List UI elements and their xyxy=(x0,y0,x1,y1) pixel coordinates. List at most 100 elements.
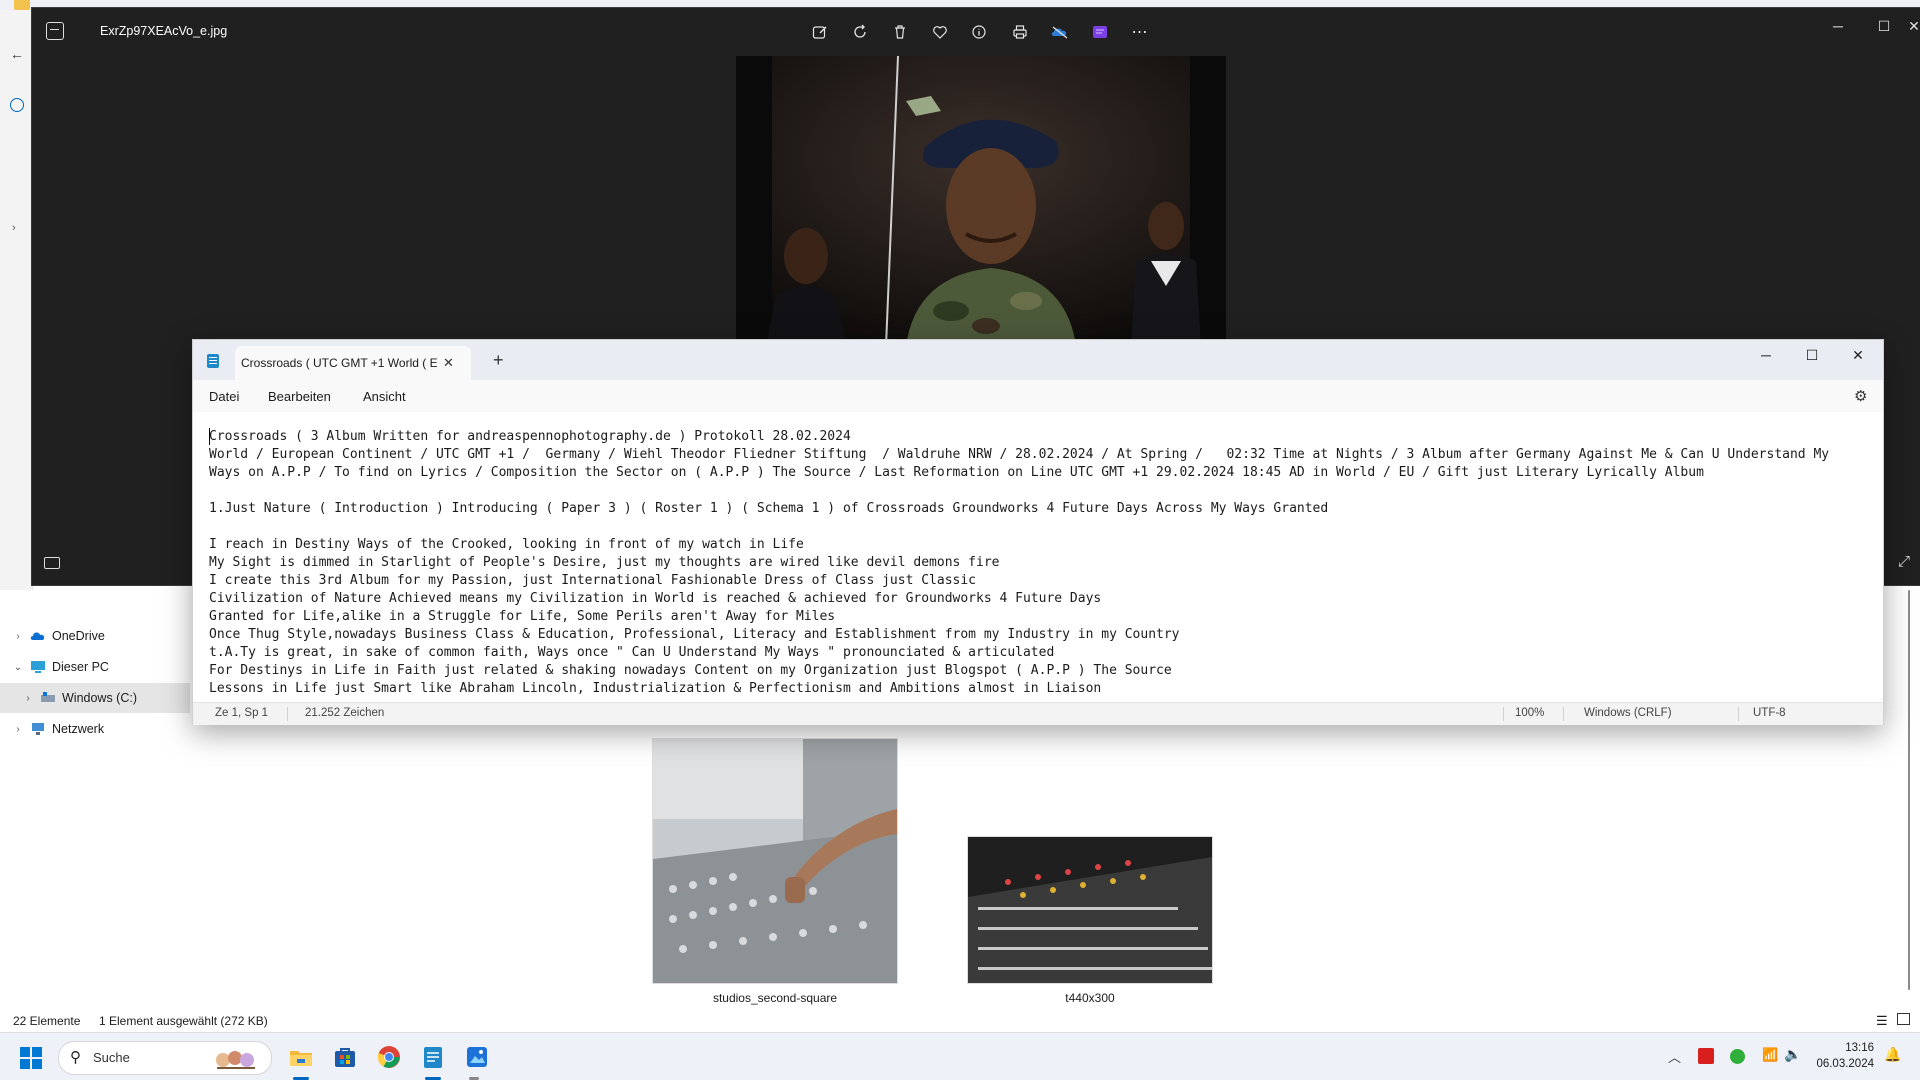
text-line[interactable] xyxy=(209,518,1874,536)
filmstrip-icon[interactable] xyxy=(44,557,60,569)
clipchamp-icon[interactable] xyxy=(1089,21,1111,43)
zoom-level[interactable]: 100% xyxy=(1515,707,1544,719)
nav-item-network[interactable]: › Netzwerk xyxy=(0,714,190,744)
windows-logo-icon xyxy=(20,1047,42,1069)
menu-edit[interactable]: Bearbeiten xyxy=(268,389,331,404)
notification-bell-icon[interactable]: 🔔 xyxy=(1884,1046,1901,1063)
cursor-position: Ze 1, Sp 1 xyxy=(215,707,269,719)
folder-icon xyxy=(14,0,30,10)
more-icon[interactable]: ⋯ xyxy=(1129,21,1151,43)
new-tab-button[interactable]: + xyxy=(493,350,504,371)
close-button[interactable]: ✕ xyxy=(1907,8,1920,44)
delete-icon[interactable] xyxy=(889,21,911,43)
text-line[interactable]: I create this 3rd Album for my Passion, … xyxy=(209,572,1874,590)
text-line[interactable]: t.A.Ty is great, in sake of common faith… xyxy=(209,644,1874,662)
nav-item-onedrive[interactable]: › OneDrive xyxy=(0,621,190,651)
store-icon[interactable] xyxy=(329,1041,361,1073)
navigation-pane: › OneDrive ⌄ Dieser PC › Windows (C:) › xyxy=(0,600,190,1010)
chevron-right-icon[interactable]: › xyxy=(10,724,26,735)
notepad-window: Crossroads ( UTC GMT +1 World ( E ✕ + ─ … xyxy=(192,339,1884,725)
notepad-icon[interactable] xyxy=(417,1041,449,1073)
selection-info: 1 Element ausgewählt (272 KB) xyxy=(99,1014,268,1028)
nav-item-label: OneDrive xyxy=(52,629,105,643)
maximize-button[interactable]: ☐ xyxy=(1789,340,1835,370)
taskbar-search[interactable]: ⚲ Suche xyxy=(58,1041,272,1075)
tiles-view-icon[interactable] xyxy=(1897,1013,1910,1025)
notepad-status-bar: Ze 1, Sp 1 21.252 Zeichen 100% Windows (… xyxy=(193,702,1883,725)
document-text[interactable]: Crossroads ( 3 Album Written for andreas… xyxy=(209,428,1874,698)
text-line[interactable]: My Sight is dimmed in Starlight of Peopl… xyxy=(209,554,1874,572)
chevron-down-icon[interactable]: ⌄ xyxy=(10,662,26,673)
text-line[interactable]: Civilization of Nature Achieved means my… xyxy=(209,590,1874,608)
divider xyxy=(1503,707,1504,721)
back-arrow-icon[interactable]: ← xyxy=(10,46,24,62)
text-line[interactable]: Crossroads ( 3 Album Written for andreas… xyxy=(209,428,1874,446)
info-icon[interactable] xyxy=(968,21,990,43)
print-icon[interactable] xyxy=(1009,21,1031,43)
encoding[interactable]: UTF-8 xyxy=(1753,707,1786,719)
text-editor[interactable]: Crossroads ( 3 Album Written for andreas… xyxy=(193,412,1883,702)
text-line[interactable]: World / European Continent / UTC GMT +1 … xyxy=(209,446,1874,464)
details-view-icon[interactable]: ☰ xyxy=(1876,1013,1888,1029)
chevron-up-icon[interactable]: ︿ xyxy=(1668,1047,1681,1066)
text-line[interactable]: Once Thug Style,nowadays Business Class … xyxy=(209,626,1874,644)
rotate-icon[interactable] xyxy=(849,21,871,43)
scrollbar-vertical[interactable] xyxy=(1905,590,1913,990)
nav-item-label: Dieser PC xyxy=(52,660,109,674)
close-tab-icon[interactable]: ✕ xyxy=(443,355,454,371)
menu-view[interactable]: Ansicht xyxy=(363,389,406,404)
settings-gear-icon[interactable]: ⚙ xyxy=(1854,387,1867,405)
network-icon xyxy=(30,722,46,736)
security-tray-icon[interactable] xyxy=(1730,1049,1745,1064)
line-ending[interactable]: Windows (CRLF) xyxy=(1584,707,1672,719)
text-line[interactable]: Lessons in Life just Smart like Abraham … xyxy=(209,680,1874,698)
text-line[interactable]: Ways on A.P.P / To find on Lyrics / Comp… xyxy=(209,464,1874,482)
file-thumbnail-studios-second-square[interactable] xyxy=(652,738,898,984)
acrobat-tray-icon[interactable] xyxy=(1698,1048,1714,1064)
text-line[interactable]: I reach in Destiny Ways of the Crooked, … xyxy=(209,536,1874,554)
photo-display[interactable] xyxy=(736,56,1226,346)
file-name[interactable]: t440x300 xyxy=(967,991,1213,1005)
onedrive-icon[interactable] xyxy=(1049,21,1071,43)
nav-item-this-pc[interactable]: ⌄ Dieser PC xyxy=(0,652,190,682)
start-button[interactable] xyxy=(20,1047,42,1069)
minimize-button[interactable]: ─ xyxy=(1815,8,1861,44)
nav-item-label: Windows (C:) xyxy=(62,691,138,705)
item-count: 22 Elemente xyxy=(13,1014,81,1028)
chevron-right-icon[interactable]: › xyxy=(10,631,26,642)
text-line[interactable]: Granted for Life,alike in a Struggle for… xyxy=(209,608,1874,626)
text-line[interactable]: 1.Just Nature ( Introduction ) Introduci… xyxy=(209,500,1874,518)
photos-titlebar: ExrZp97XEAcVo_e.jpg ⋯ ─ ☐ ✕ xyxy=(32,8,1920,56)
file-name[interactable]: studios_second-square xyxy=(652,991,898,1005)
close-button[interactable]: ✕ xyxy=(1835,340,1881,370)
minimize-button[interactable]: ─ xyxy=(1743,340,1789,370)
photos-icon[interactable] xyxy=(461,1041,493,1073)
tab-crossroads[interactable]: Crossroads ( UTC GMT +1 World ( E ✕ xyxy=(235,346,471,380)
chrome-icon[interactable] xyxy=(373,1041,405,1073)
favorite-icon[interactable] xyxy=(929,21,951,43)
menu-file[interactable]: Datei xyxy=(209,389,239,404)
wifi-icon[interactable]: 📶 xyxy=(1762,1047,1778,1063)
text-line[interactable]: For Destinys in Life in Faith just relat… xyxy=(209,662,1874,680)
nav-item-windows-c[interactable]: › Windows (C:) xyxy=(0,683,190,713)
chevron-right-icon[interactable]: › xyxy=(12,222,16,234)
fullscreen-icon[interactable]: ⤢ xyxy=(1898,553,1910,570)
chevron-right-icon[interactable]: › xyxy=(20,693,36,704)
volume-icon[interactable]: 🔈 xyxy=(1784,1046,1801,1063)
notepad-app-icon xyxy=(207,354,219,368)
text-caret xyxy=(209,428,210,445)
edit-image-icon[interactable] xyxy=(809,21,831,43)
computer-icon xyxy=(30,660,46,674)
maximize-button[interactable]: ☐ xyxy=(1861,8,1907,44)
menu-bar: Datei Bearbeiten Ansicht ⚙ xyxy=(193,380,1883,412)
text-line[interactable] xyxy=(209,482,1874,500)
explorer-status-bar: 22 Elemente 1 Element ausgewählt (272 KB… xyxy=(0,1010,1920,1032)
file-explorer-icon[interactable] xyxy=(285,1041,317,1073)
notepad-titlebar: Crossroads ( UTC GMT +1 World ( E ✕ + ─ … xyxy=(193,340,1883,380)
scrollbar-thumb[interactable] xyxy=(1908,590,1910,990)
new-item-icon[interactable] xyxy=(10,98,24,112)
file-thumbnail-t440x300[interactable] xyxy=(967,836,1213,984)
clock[interactable]: 13:16 06.03.2024 xyxy=(1810,1040,1874,1072)
nav-item-label: Netzwerk xyxy=(52,722,105,736)
search-icon: ⚲ xyxy=(70,1049,81,1066)
